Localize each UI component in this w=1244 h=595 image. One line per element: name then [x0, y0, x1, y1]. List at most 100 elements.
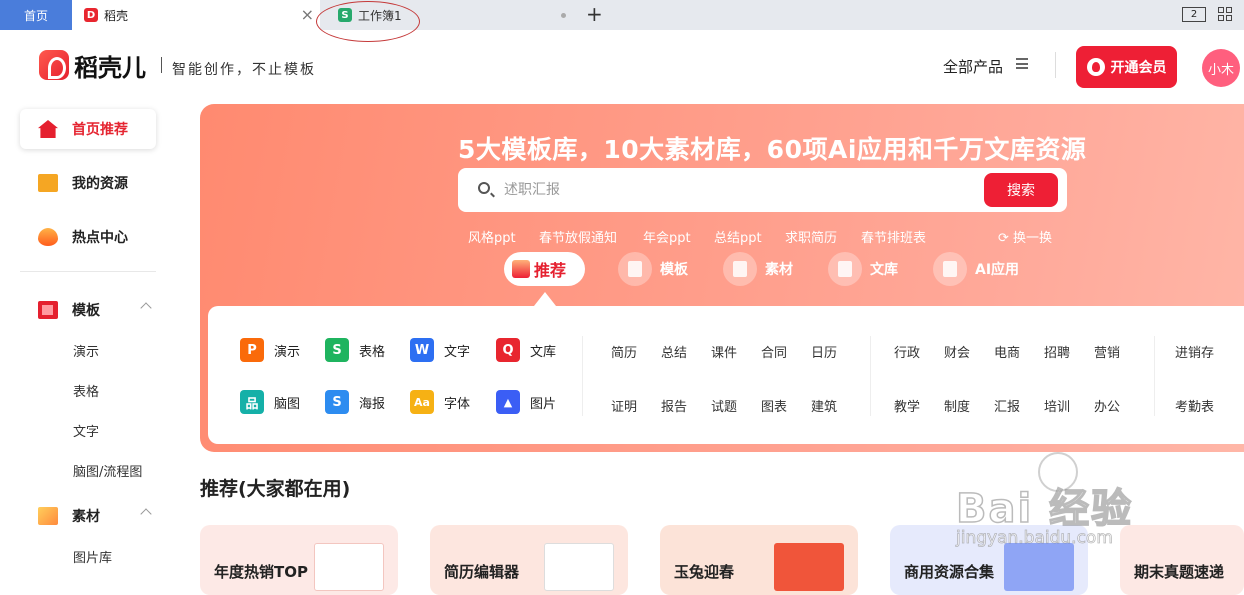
- keyword-link[interactable]: 财会: [944, 342, 970, 361]
- app-presentation[interactable]: P 演示: [240, 338, 300, 362]
- panel-divider: [1154, 336, 1155, 416]
- sidebar-subitem-presentation[interactable]: 演示: [73, 341, 99, 360]
- refresh-label: 换一换: [1013, 231, 1053, 246]
- sidebar-item-hot-center[interactable]: 热点中心: [20, 217, 156, 257]
- brand-name[interactable]: 稻壳儿: [74, 48, 146, 83]
- app-mindmap[interactable]: 品 脑图: [240, 390, 300, 414]
- keyword-link[interactable]: 考勤表: [1175, 396, 1214, 415]
- keyword-link[interactable]: 图表: [761, 396, 787, 415]
- card-label: 简历编辑器: [444, 563, 520, 581]
- avatar[interactable]: 小木: [1202, 49, 1240, 87]
- hot-word[interactable]: 春节排班表: [861, 227, 926, 246]
- grid-view-icon[interactable]: [1218, 7, 1232, 21]
- refresh-button[interactable]: ⟳ 换一换: [998, 227, 1052, 246]
- keyword-link[interactable]: 汇报: [994, 396, 1020, 415]
- keyword-link[interactable]: 试题: [711, 396, 737, 415]
- recommend-card[interactable]: 年度热销TOP: [200, 525, 398, 595]
- tab-recommend[interactable]: 推荐: [504, 252, 585, 286]
- hot-word[interactable]: 风格ppt: [468, 227, 516, 246]
- search-button[interactable]: 搜索: [984, 173, 1058, 207]
- refresh-icon: ⟳: [998, 231, 1009, 246]
- keyword-link[interactable]: 课件: [711, 342, 737, 361]
- card-label: 玉兔迎春: [674, 563, 735, 581]
- card-thumbnail: [314, 543, 384, 591]
- open-vip-button[interactable]: 开通会员: [1076, 46, 1177, 88]
- sidebar-subitem-image-library[interactable]: 图片库: [73, 547, 112, 566]
- tab-materials-label: 素材: [765, 262, 793, 278]
- keyword-link[interactable]: 制度: [944, 396, 970, 415]
- hot-word[interactable]: 求职简历: [785, 227, 837, 246]
- sidebar-item-label: 素材: [72, 509, 100, 525]
- header: 稻壳儿 智能创作，不止模板 全部产品 开通会员 小木: [0, 30, 1244, 102]
- sidebar-item-templates[interactable]: 模板: [20, 290, 156, 330]
- sidebar-subitem-spreadsheet[interactable]: 表格: [73, 381, 99, 400]
- app-label: 演示: [274, 344, 301, 360]
- ai-cube-icon: [933, 252, 967, 286]
- tab-templates-label: 模板: [660, 262, 688, 278]
- app-images[interactable]: ▲ 图片: [496, 390, 556, 414]
- tab-ai-apps[interactable]: AI应用: [933, 252, 1019, 286]
- chevron-up-icon[interactable]: [140, 508, 152, 520]
- keyword-link[interactable]: 日历: [811, 342, 837, 361]
- keyword-link[interactable]: 合同: [761, 342, 787, 361]
- keyword-link[interactable]: 简历: [611, 342, 637, 361]
- keyword-link[interactable]: 总结: [661, 342, 687, 361]
- menu-icon[interactable]: [1016, 58, 1028, 69]
- keyword-link[interactable]: 进销存: [1175, 342, 1214, 361]
- panel-divider: [582, 336, 583, 416]
- window-count-badge[interactable]: 2: [1182, 7, 1206, 22]
- open-vip-label: 开通会员: [1110, 60, 1167, 76]
- recommend-card[interactable]: 玉兔迎春: [660, 525, 858, 595]
- sidebar-item-materials[interactable]: 素材: [20, 496, 156, 536]
- keyword-link[interactable]: 报告: [661, 396, 687, 415]
- sidebar-subitem-document[interactable]: 文字: [73, 421, 99, 440]
- keyword-link[interactable]: 教学: [894, 396, 920, 415]
- docer-brand-logo-icon[interactable]: [39, 50, 69, 80]
- image-icon: [723, 252, 757, 286]
- hot-word[interactable]: 春节放假通知: [539, 227, 617, 246]
- sidebar-item-home[interactable]: 首页推荐: [20, 109, 156, 149]
- template-icon: [618, 252, 652, 286]
- tab-library[interactable]: 文库: [828, 252, 898, 286]
- app-document[interactable]: W 文字: [410, 338, 470, 362]
- template-icon: [38, 301, 58, 319]
- tab-recommend-label: 推荐: [534, 261, 567, 280]
- new-tab-button[interactable]: +: [586, 3, 603, 25]
- tab-templates[interactable]: 模板: [618, 252, 688, 286]
- app-spreadsheet[interactable]: S 表格: [325, 338, 385, 362]
- keyword-link[interactable]: 营销: [1094, 342, 1120, 361]
- unsaved-dot-icon: [561, 13, 566, 18]
- recommend-section-title: 推荐(大家都在用): [200, 478, 351, 500]
- app-font[interactable]: Aa 字体: [410, 390, 470, 414]
- keyword-link[interactable]: 办公: [1094, 396, 1120, 415]
- hot-word[interactable]: 年会ppt: [643, 227, 691, 246]
- tab-ai-apps-label: AI应用: [975, 262, 1020, 278]
- tab-home[interactable]: 首页: [0, 0, 72, 30]
- sidebar-divider: [20, 271, 156, 272]
- tab-library-label: 文库: [870, 262, 898, 278]
- keyword-link[interactable]: 电商: [994, 342, 1020, 361]
- search-input[interactable]: [504, 178, 964, 202]
- keyword-link[interactable]: 行政: [894, 342, 920, 361]
- close-tab-icon[interactable]: ×: [301, 6, 314, 24]
- tab-materials[interactable]: 素材: [723, 252, 793, 286]
- font-icon: Aa: [410, 390, 434, 414]
- keyword-link[interactable]: 证明: [611, 396, 637, 415]
- card-label: 年度热销TOP: [214, 563, 308, 581]
- chevron-up-icon[interactable]: [140, 302, 152, 314]
- keyword-link[interactable]: 招聘: [1044, 342, 1070, 361]
- search-icon: [478, 182, 490, 194]
- book-icon: [828, 252, 862, 286]
- keyword-link[interactable]: 建筑: [811, 396, 837, 415]
- recommend-card[interactable]: 简历编辑器: [430, 525, 628, 595]
- keyword-link[interactable]: 培训: [1044, 396, 1070, 415]
- hot-word[interactable]: 总结ppt: [714, 227, 762, 246]
- sidebar-item-my-resources[interactable]: 我的资源: [20, 163, 156, 203]
- sidebar-subitem-mindmap[interactable]: 脑图/流程图: [73, 461, 142, 480]
- app-library[interactable]: Q 文库: [496, 338, 556, 362]
- all-products-link[interactable]: 全部产品: [943, 56, 1003, 77]
- app-poster[interactable]: S 海报: [325, 390, 385, 414]
- tab-docer[interactable]: D 稻壳 ×: [72, 0, 320, 30]
- app-label: 文库: [530, 344, 557, 360]
- card-label: 商用资源合集: [904, 563, 995, 581]
